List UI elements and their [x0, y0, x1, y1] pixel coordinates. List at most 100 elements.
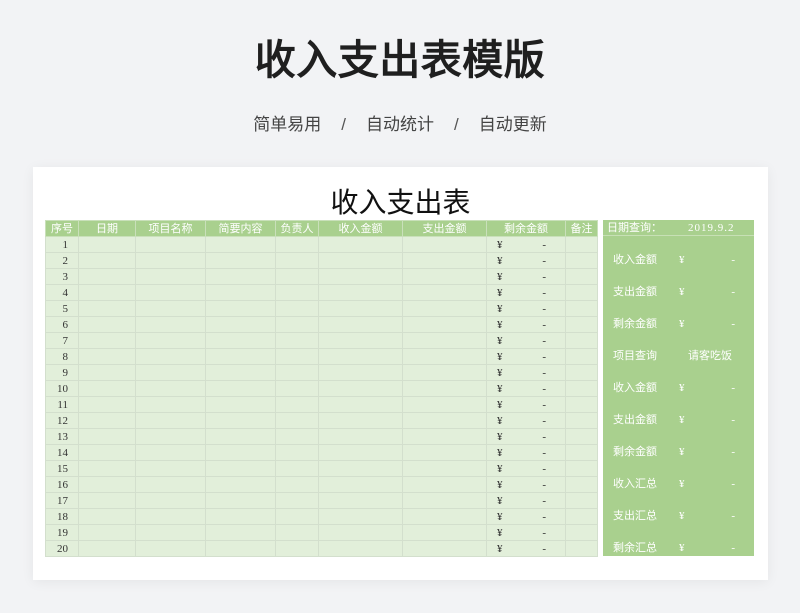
income-cell[interactable] [318, 524, 403, 541]
item-name-cell[interactable] [135, 380, 206, 397]
note-cell[interactable] [565, 268, 598, 285]
date-cell[interactable] [78, 540, 136, 557]
owner-cell[interactable] [275, 268, 319, 285]
item-query-input[interactable]: 请客吃饭 [688, 348, 732, 364]
note-cell[interactable] [565, 236, 598, 253]
owner-cell[interactable] [275, 476, 319, 493]
summary-cell[interactable] [205, 268, 276, 285]
summary-cell[interactable] [205, 364, 276, 381]
summary-cell[interactable] [205, 332, 276, 349]
item-name-cell[interactable] [135, 300, 206, 317]
note-cell[interactable] [565, 364, 598, 381]
owner-cell[interactable] [275, 444, 319, 461]
date-cell[interactable] [78, 300, 136, 317]
income-cell[interactable] [318, 492, 403, 509]
expense-cell[interactable] [402, 300, 487, 317]
date-cell[interactable] [78, 268, 136, 285]
income-cell[interactable] [318, 332, 403, 349]
income-cell[interactable] [318, 476, 403, 493]
summary-cell[interactable] [205, 444, 276, 461]
item-name-cell[interactable] [135, 364, 206, 381]
income-cell[interactable] [318, 540, 403, 557]
income-cell[interactable] [318, 380, 403, 397]
owner-cell[interactable] [275, 508, 319, 525]
owner-cell[interactable] [275, 460, 319, 477]
date-cell[interactable] [78, 492, 136, 509]
note-cell[interactable] [565, 508, 598, 525]
date-cell[interactable] [78, 236, 136, 253]
owner-cell[interactable] [275, 412, 319, 429]
date-cell[interactable] [78, 476, 136, 493]
item-name-cell[interactable] [135, 428, 206, 445]
expense-cell[interactable] [402, 348, 487, 365]
summary-cell[interactable] [205, 508, 276, 525]
expense-cell[interactable] [402, 252, 487, 269]
summary-cell[interactable] [205, 252, 276, 269]
owner-cell[interactable] [275, 492, 319, 509]
expense-cell[interactable] [402, 364, 487, 381]
owner-cell[interactable] [275, 396, 319, 413]
item-name-cell[interactable] [135, 508, 206, 525]
owner-cell[interactable] [275, 316, 319, 333]
summary-cell[interactable] [205, 476, 276, 493]
date-cell[interactable] [78, 428, 136, 445]
summary-cell[interactable] [205, 428, 276, 445]
summary-cell[interactable] [205, 412, 276, 429]
owner-cell[interactable] [275, 300, 319, 317]
note-cell[interactable] [565, 284, 598, 301]
income-cell[interactable] [318, 412, 403, 429]
expense-cell[interactable] [402, 492, 487, 509]
note-cell[interactable] [565, 492, 598, 509]
note-cell[interactable] [565, 428, 598, 445]
owner-cell[interactable] [275, 428, 319, 445]
note-cell[interactable] [565, 476, 598, 493]
date-cell[interactable] [78, 332, 136, 349]
date-cell[interactable] [78, 380, 136, 397]
item-name-cell[interactable] [135, 524, 206, 541]
date-cell[interactable] [78, 412, 136, 429]
income-cell[interactable] [318, 460, 403, 477]
item-name-cell[interactable] [135, 540, 206, 557]
owner-cell[interactable] [275, 380, 319, 397]
item-name-cell[interactable] [135, 284, 206, 301]
summary-cell[interactable] [205, 380, 276, 397]
date-cell[interactable] [78, 364, 136, 381]
income-cell[interactable] [318, 236, 403, 253]
owner-cell[interactable] [275, 524, 319, 541]
note-cell[interactable] [565, 460, 598, 477]
expense-cell[interactable] [402, 428, 487, 445]
income-cell[interactable] [318, 268, 403, 285]
expense-cell[interactable] [402, 316, 487, 333]
income-cell[interactable] [318, 364, 403, 381]
summary-cell[interactable] [205, 460, 276, 477]
owner-cell[interactable] [275, 252, 319, 269]
expense-cell[interactable] [402, 284, 487, 301]
summary-cell[interactable] [205, 524, 276, 541]
income-cell[interactable] [318, 316, 403, 333]
date-cell[interactable] [78, 524, 136, 541]
item-name-cell[interactable] [135, 268, 206, 285]
note-cell[interactable] [565, 316, 598, 333]
summary-cell[interactable] [205, 316, 276, 333]
item-name-cell[interactable] [135, 492, 206, 509]
income-cell[interactable] [318, 284, 403, 301]
owner-cell[interactable] [275, 236, 319, 253]
expense-cell[interactable] [402, 444, 487, 461]
owner-cell[interactable] [275, 540, 319, 557]
income-cell[interactable] [318, 444, 403, 461]
item-name-cell[interactable] [135, 236, 206, 253]
expense-cell[interactable] [402, 236, 487, 253]
item-name-cell[interactable] [135, 412, 206, 429]
date-cell[interactable] [78, 284, 136, 301]
item-name-cell[interactable] [135, 476, 206, 493]
item-name-cell[interactable] [135, 396, 206, 413]
date-cell[interactable] [78, 396, 136, 413]
date-query-input[interactable]: 2019.9.2 [688, 220, 735, 236]
note-cell[interactable] [565, 348, 598, 365]
note-cell[interactable] [565, 524, 598, 541]
date-cell[interactable] [78, 348, 136, 365]
expense-cell[interactable] [402, 412, 487, 429]
income-cell[interactable] [318, 396, 403, 413]
note-cell[interactable] [565, 380, 598, 397]
owner-cell[interactable] [275, 284, 319, 301]
